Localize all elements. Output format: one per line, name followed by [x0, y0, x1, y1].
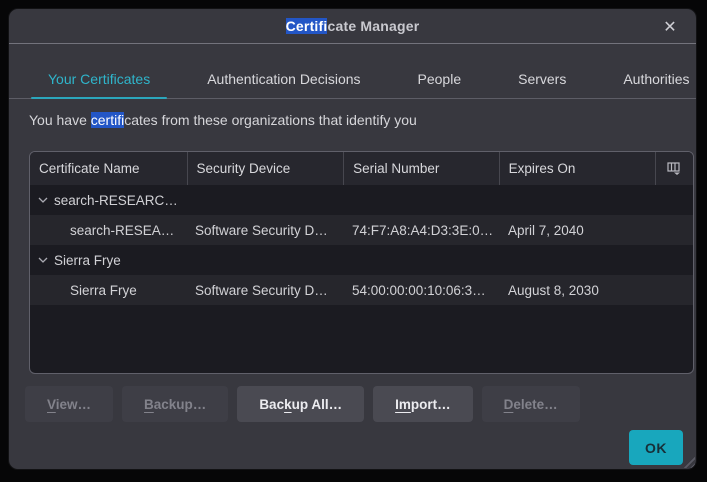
tab-strip: Your Certificates Authentication Decisio…	[9, 61, 696, 99]
cert-expires: April 7, 2040	[508, 222, 584, 238]
delete-button[interactable]: Delete…	[481, 386, 580, 422]
column-picker-button[interactable]	[656, 152, 693, 185]
table-row-group[interactable]: search-RESEARC…	[30, 185, 693, 215]
screen: Certificate Manager ✕ Your Certificates …	[0, 0, 707, 482]
cert-serial: 54:00:00:00:10:06:3…	[352, 282, 486, 298]
table-row[interactable]: search-RESEA… Software Security D… 74:F7…	[30, 215, 693, 245]
tab-your-certificates[interactable]: Your Certificates	[31, 61, 168, 99]
tab-authentication-decisions[interactable]: Authentication Decisions	[190, 61, 377, 98]
group-name: Sierra Frye	[54, 252, 121, 268]
column-header-certificate-name[interactable]: Certificate Name	[30, 152, 188, 185]
chevron-down-icon[interactable]	[38, 197, 48, 203]
table-row[interactable]: Sierra Frye Software Security D… 54:00:0…	[30, 275, 693, 305]
tab-authorities[interactable]: Authorities	[606, 61, 696, 98]
intro-text: You have certificates from these organiz…	[29, 112, 417, 128]
column-header-serial-number[interactable]: Serial Number	[344, 152, 500, 185]
cert-expires: August 8, 2030	[508, 282, 599, 298]
column-picker-icon	[667, 162, 682, 175]
find-highlight: Certifi	[285, 18, 328, 34]
ok-button[interactable]: OK	[629, 430, 683, 465]
column-header-security-device[interactable]: Security Device	[188, 152, 345, 185]
close-icon[interactable]: ✕	[658, 15, 682, 39]
certificate-manager-dialog: Certificate Manager ✕ Your Certificates …	[8, 8, 697, 470]
group-name: search-RESEARC…	[54, 192, 178, 208]
cert-device: Software Security D…	[195, 282, 328, 298]
tab-people[interactable]: People	[401, 61, 479, 98]
resize-grip[interactable]	[681, 454, 695, 468]
cert-name: search-RESEA…	[70, 222, 175, 238]
table-row-group[interactable]: Sierra Frye	[30, 245, 693, 275]
certificate-table: Certificate Name Security Device Serial …	[29, 151, 694, 374]
find-highlight: certifi	[90, 112, 125, 128]
view-button[interactable]: View…	[25, 386, 114, 422]
dialog-title: Certificate Manager	[285, 18, 420, 34]
cert-name: Sierra Frye	[70, 282, 137, 298]
import-button[interactable]: Import…	[373, 386, 473, 422]
tab-servers[interactable]: Servers	[501, 61, 583, 98]
action-button-row: View… Backup… Backup All… Import… Delete…	[25, 386, 580, 422]
backup-all-button[interactable]: Backup All…	[237, 386, 365, 422]
chevron-down-icon[interactable]	[38, 257, 48, 263]
backup-button[interactable]: Backup…	[122, 386, 229, 422]
table-header: Certificate Name Security Device Serial …	[30, 152, 693, 185]
cert-serial: 74:F7:A8:A4:D3:3E:0…	[352, 222, 494, 238]
column-header-expires-on[interactable]: Expires On	[500, 152, 657, 185]
title-bar: Certificate Manager ✕	[9, 9, 696, 44]
cert-device: Software Security D…	[195, 222, 328, 238]
